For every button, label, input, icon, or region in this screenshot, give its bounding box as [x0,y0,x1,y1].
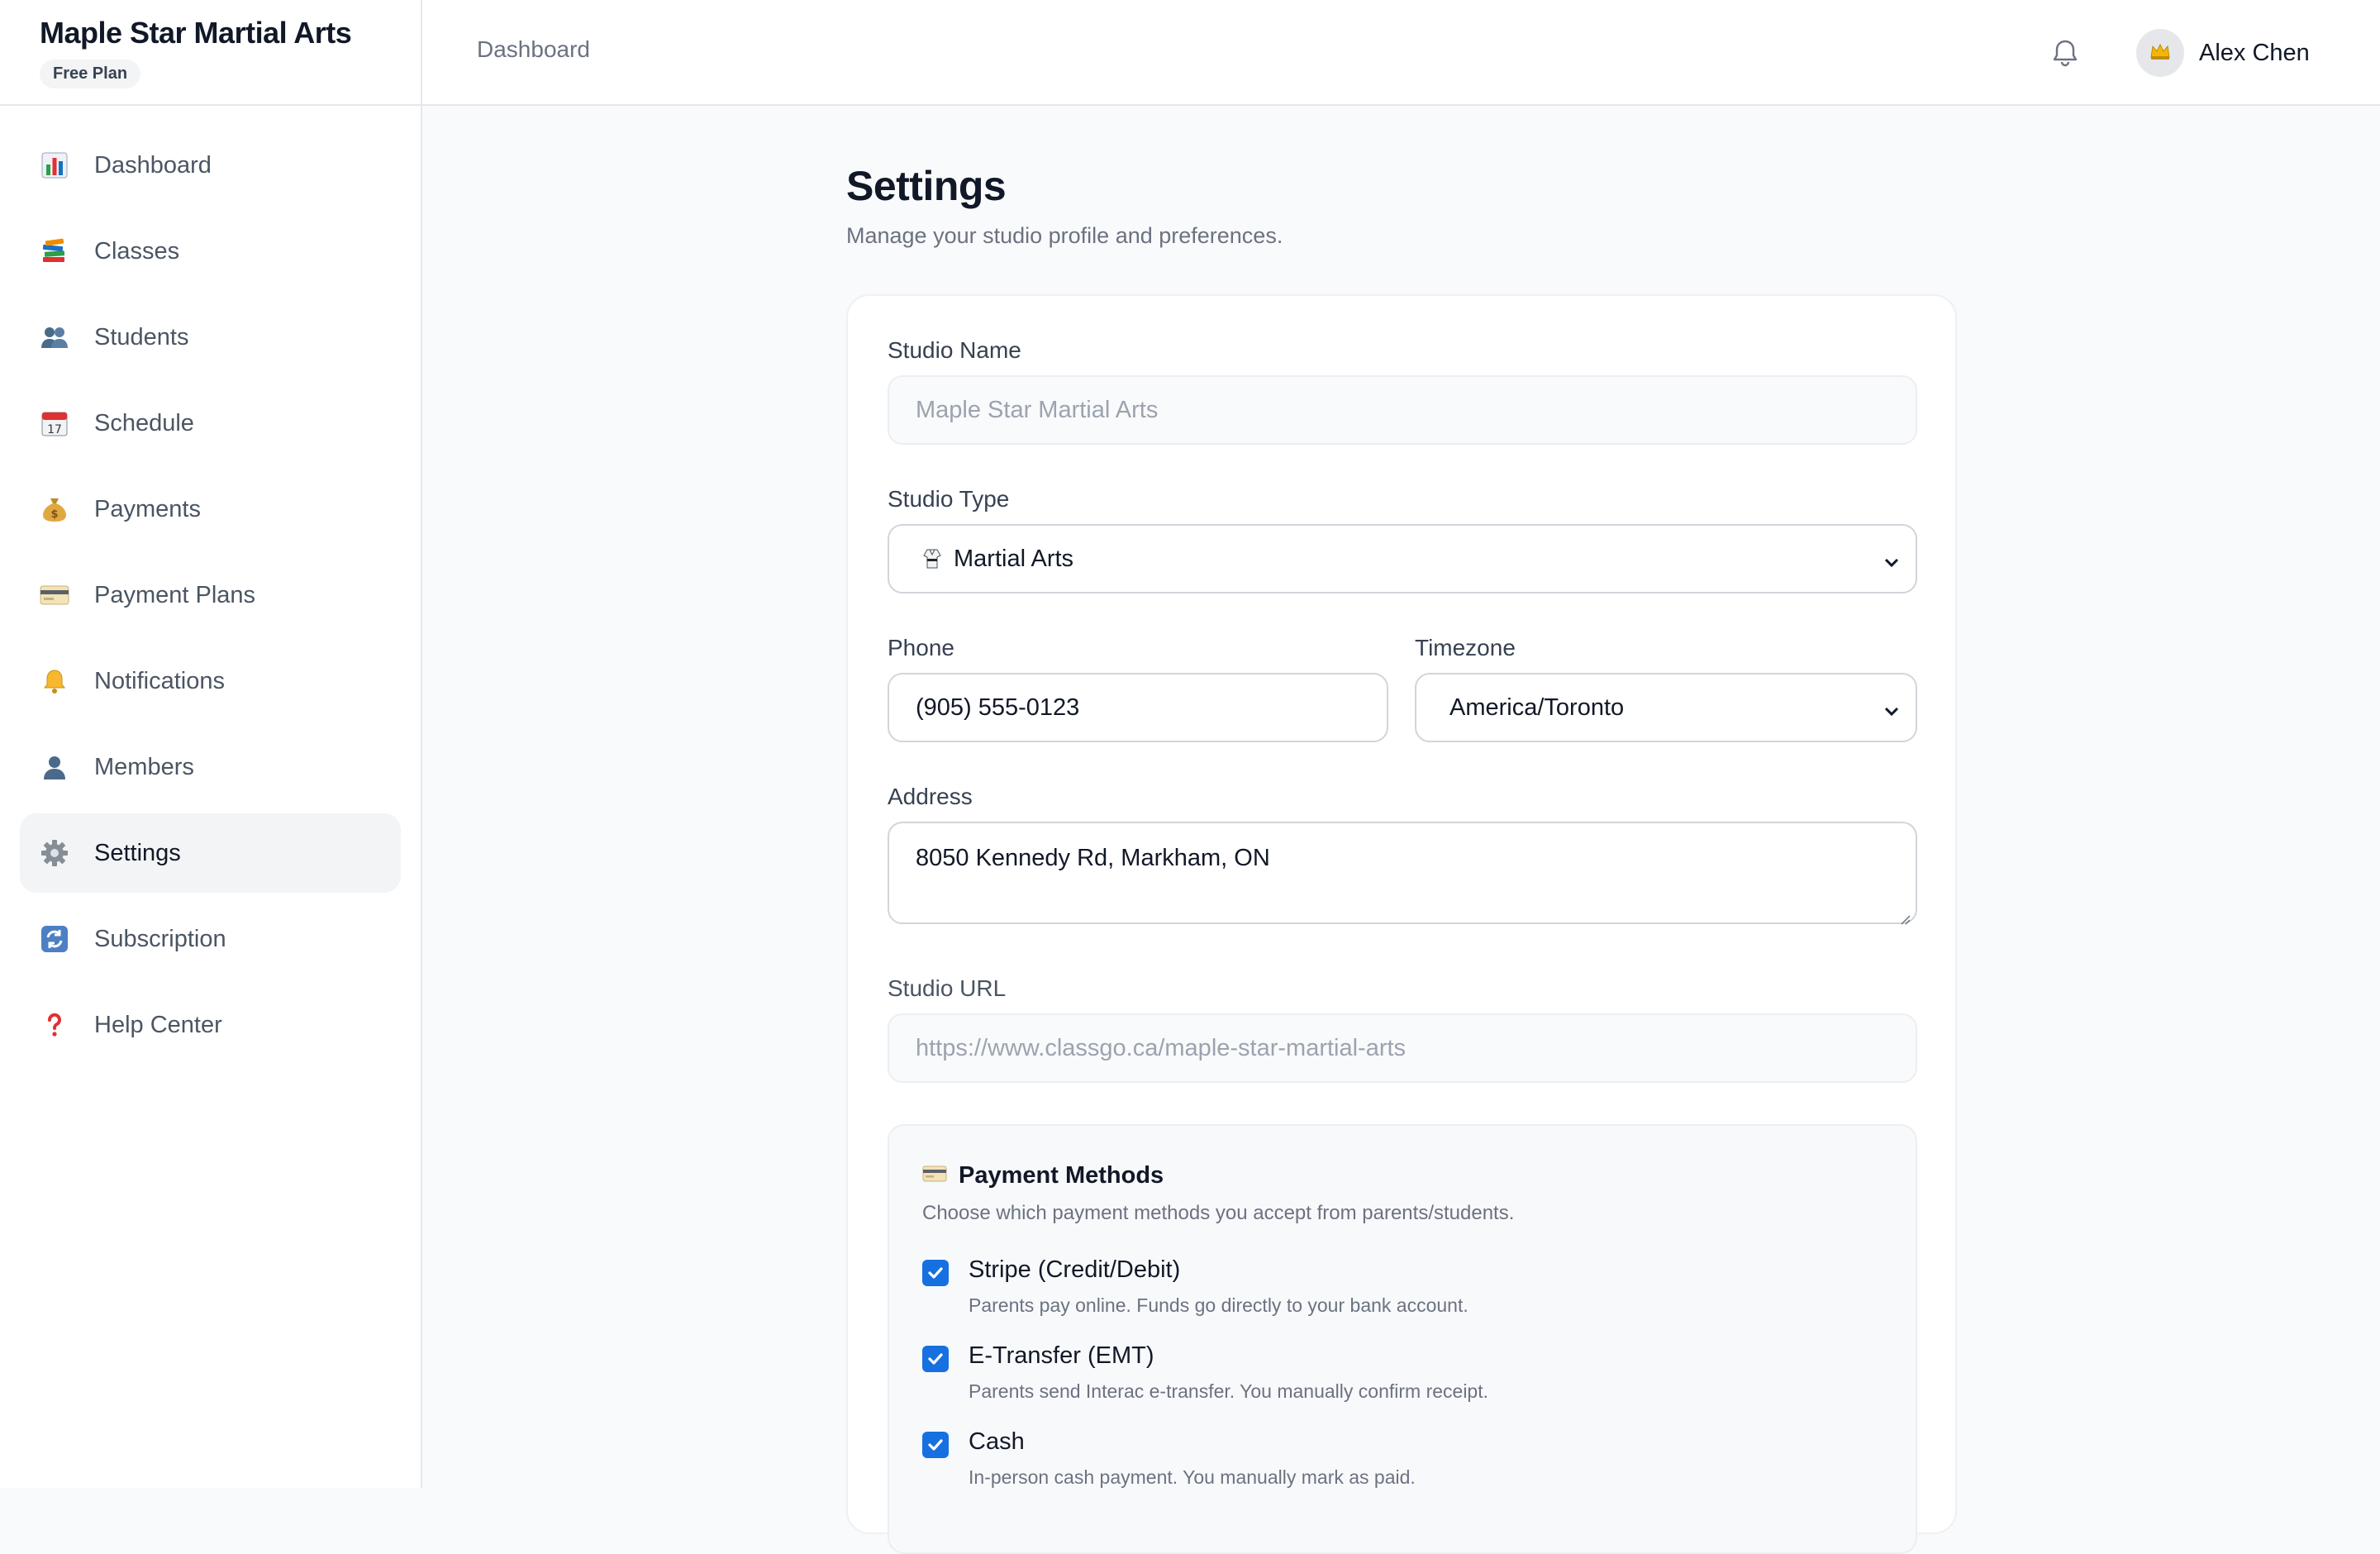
sidebar-item-label: Notifications [94,667,225,694]
studio-name-value: Maple Star Martial Arts [916,396,1159,423]
sidebar-item-help-center[interactable]: Help Center [20,985,401,1065]
svg-text:17: 17 [47,423,62,436]
payment-methods-panel: Payment Methods Choose which payment met… [888,1124,1917,1554]
payment-option-label: Cash [969,1428,1025,1455]
credit-card-icon [922,1165,947,1187]
top-bar: Dashboard Alex Chen [422,0,2380,106]
phone-label: Phone [888,635,954,660]
sidebar-item-label: Subscription [94,925,226,952]
payment-methods-title: Payment Methods [959,1162,1164,1189]
etransfer-checkbox[interactable] [922,1346,949,1372]
sidebar-item-label: Dashboard [94,151,212,179]
bar-chart-icon [38,149,71,182]
page-subtitle: Manage your studio profile and preferenc… [846,223,1283,248]
chevron-down-icon [1883,699,1901,717]
sidebar-item-payments[interactable]: $ Payments [20,470,401,549]
studio-url-label: Studio URL [888,975,1007,1001]
money-bag-icon: $ [38,493,71,526]
plan-badge: Free Plan [40,60,141,88]
studio-name-field: Maple Star Martial Arts [888,375,1917,445]
bell-icon[interactable] [2049,36,2082,69]
martial-arts-uniform-icon [922,548,942,570]
sidebar: Maple Star Martial Arts Free Plan Dashbo… [0,0,422,1488]
checkmark-icon [928,1267,943,1279]
address-value: 8050 Kennedy Rd, Markham, ON [916,845,1270,871]
avatar [2136,29,2184,77]
payment-option-label: E-Transfer (EMT) [969,1342,1154,1369]
settings-card: Studio Name Maple Star Martial Arts Stud… [846,294,1957,1554]
sidebar-item-notifications[interactable]: Notifications [20,641,401,721]
payment-methods-subtitle: Choose which payment methods you accept … [922,1202,1515,1224]
refresh-icon [38,922,71,956]
sidebar-nav: Dashboard Classes Students 17 Schedule $… [0,106,421,1065]
checkmark-icon [928,1439,943,1451]
payment-option-desc: In-person cash payment. You manually mar… [969,1466,1416,1488]
sidebar-item-label: Settings [94,839,181,866]
sidebar-item-students[interactable]: Students [20,298,401,377]
phone-value: (905) 555-0123 [916,694,1080,721]
payment-methods-heading: Payment Methods [922,1162,1164,1189]
crown-icon [2149,42,2171,64]
studio-brand-name: Maple Star Martial Arts [40,16,352,50]
studio-url-value: https://www.classgo.ca/maple-star-martia… [916,1034,1407,1061]
address-label: Address [888,784,973,809]
resize-grip-icon[interactable] [1897,904,1911,925]
page-title: Settings [846,163,1007,209]
gear-icon [38,837,71,870]
sidebar-item-label: Members [94,753,194,780]
question-icon [38,1008,71,1042]
stripe-checkbox[interactable] [922,1260,949,1286]
sidebar-item-members[interactable]: Members [20,727,401,807]
sidebar-item-classes[interactable]: Classes [20,212,401,291]
address-field[interactable]: 8050 Kennedy Rd, Markham, ON [888,822,1917,925]
cash-checkbox[interactable] [922,1432,949,1458]
studio-url-field: https://www.classgo.ca/maple-star-martia… [888,1013,1917,1083]
sidebar-item-subscription[interactable]: Subscription [20,899,401,979]
chevron-down-icon [1883,551,1901,569]
sidebar-item-label: Schedule [94,409,194,436]
studio-name-label: Studio Name [888,337,1021,363]
payment-option-desc: Parents pay online. Funds go directly to… [969,1294,1468,1316]
studio-type-label: Studio Type [888,486,1010,512]
svg-text:$: $ [50,508,58,521]
user-menu[interactable]: Alex Chen [2136,28,2310,78]
studio-type-value: Martial Arts [954,545,1074,572]
breadcrumb[interactable]: Dashboard [477,36,590,63]
timezone-value: America/Toronto [1449,694,1625,721]
phone-field[interactable]: (905) 555-0123 [888,673,1388,742]
person-icon [38,751,71,784]
people-icon [38,321,71,354]
timezone-label: Timezone [1415,635,1516,660]
checkmark-icon [928,1353,943,1365]
payment-option-etransfer: E-Transfer (EMT) Parents send Interac e-… [922,1341,1831,1415]
sidebar-item-label: Payment Plans [94,581,256,608]
payment-option-stripe: Stripe (Credit/Debit) Parents pay online… [922,1255,1831,1329]
sidebar-item-label: Students [94,323,189,350]
payment-option-cash: Cash In-person cash payment. You manuall… [922,1427,1831,1501]
payment-option-label: Stripe (Credit/Debit) [969,1256,1181,1283]
timezone-select[interactable]: America/Toronto [1415,673,1917,742]
sidebar-item-payment-plans[interactable]: Payment Plans [20,555,401,635]
user-name: Alex Chen [2199,39,2310,66]
sidebar-item-label: Payments [94,495,201,522]
sidebar-item-settings[interactable]: Settings [20,813,401,893]
bell-icon [38,665,71,698]
credit-card-icon [38,579,71,612]
calendar-icon: 17 [38,407,71,440]
studio-type-select[interactable]: Martial Arts [888,524,1917,593]
sidebar-item-label: Classes [94,237,180,265]
brand: Maple Star Martial Arts Free Plan [0,0,421,106]
sidebar-item-dashboard[interactable]: Dashboard [20,126,401,205]
payment-option-desc: Parents send Interac e-transfer. You man… [969,1380,1488,1402]
sidebar-item-label: Help Center [94,1011,222,1038]
sidebar-item-schedule[interactable]: 17 Schedule [20,384,401,463]
books-icon [38,235,71,268]
